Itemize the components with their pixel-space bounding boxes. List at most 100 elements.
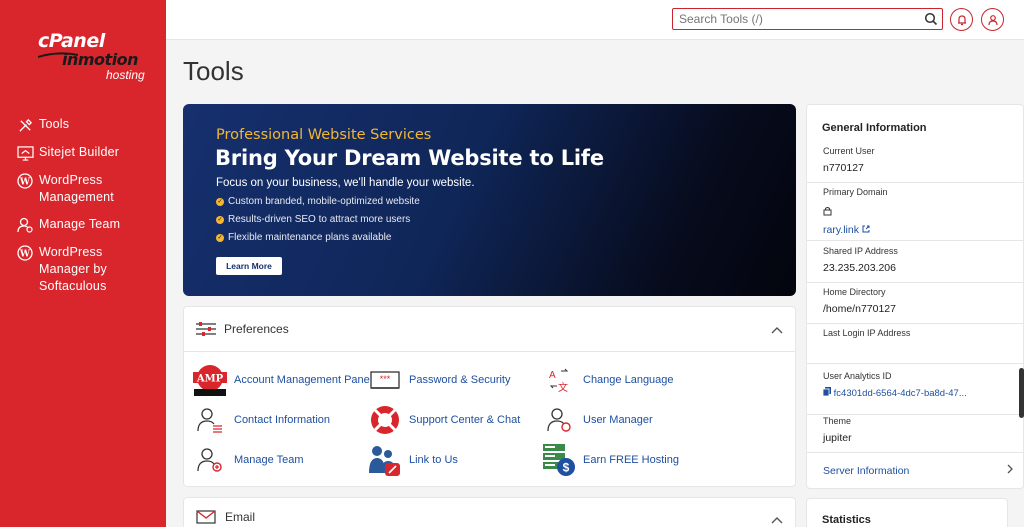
email-panel[interactable]: Email	[183, 497, 796, 527]
search-input[interactable]	[673, 9, 913, 29]
user-menu-button[interactable]	[981, 8, 1004, 31]
search-box[interactable]	[672, 8, 943, 30]
analytics-row: User Analytics ID fc4301dd-6564-4dc7-ba8…	[807, 371, 1024, 415]
scrollbar-handle[interactable]	[1019, 368, 1024, 418]
banner-bullet: ✓ Custom branded, mobile-optimized websit…	[216, 196, 420, 207]
check-icon: ✓	[216, 197, 224, 206]
tool-link-to-us[interactable]: Link to Us	[368, 443, 458, 477]
statistics-title: Statistics	[822, 514, 871, 526]
bullet-text: Flexible maintenance plans available	[228, 232, 392, 243]
banner-description: Focus on your business, we'll handle you…	[216, 177, 475, 189]
email-icon	[196, 510, 216, 524]
promo-banner: Professional Website Services Bring Your…	[183, 104, 796, 296]
tool-label: User Manager	[583, 414, 653, 426]
shared-ip-value: 23.235.203.206	[823, 262, 896, 274]
preferences-icon	[196, 322, 216, 336]
sidebar-item-wordpress-management[interactable]: W WordPress Management	[0, 168, 166, 212]
hosting-logo-text: hosting	[106, 68, 145, 82]
tool-account-management-panel[interactable]: AMP Account Management Panel	[193, 363, 372, 397]
tool-support-center[interactable]: Support Center & Chat	[368, 403, 520, 437]
analytics-value-row[interactable]: fc4301dd-6564-4dc7-ba8d-47...	[822, 387, 1024, 399]
field-label: Primary Domain	[823, 187, 888, 197]
notifications-button[interactable]	[950, 8, 973, 31]
home-directory-value: /home/n770127	[823, 303, 896, 315]
field-label: Shared IP Address	[823, 246, 898, 256]
copy-icon[interactable]	[822, 387, 831, 397]
sidebar-item-label: WordPress Manager by Softaculous	[39, 245, 108, 293]
svg-text:A: A	[549, 370, 556, 381]
chevron-up-icon[interactable]	[771, 326, 783, 334]
tool-earn-free-hosting[interactable]: $ Earn FREE Hosting	[542, 443, 679, 477]
sidebar-item-tools[interactable]: Tools	[0, 112, 166, 140]
tools-icon	[16, 116, 34, 134]
tool-label: Account Management Panel	[234, 374, 373, 386]
theme-row: Theme jupiter	[807, 416, 1024, 453]
manage-team-icon	[193, 443, 227, 477]
learn-more-button[interactable]: Learn More	[216, 257, 282, 275]
bell-icon	[957, 14, 966, 25]
sidebar-item-manage-team[interactable]: Manage Team	[0, 212, 166, 240]
user-icon	[987, 14, 998, 25]
server-information-label[interactable]: Server Information	[823, 465, 909, 477]
tool-label: Change Language	[583, 374, 674, 386]
earn-hosting-icon: $	[542, 443, 576, 477]
user-manager-icon	[542, 403, 576, 437]
lock-icon	[823, 203, 1024, 221]
link-to-us-icon	[368, 443, 402, 477]
chevron-right-icon	[1007, 464, 1013, 474]
field-label: Current User	[823, 146, 875, 156]
server-information-link[interactable]: Server Information	[807, 461, 1024, 487]
banner-heading: Bring Your Dream Website to Life	[215, 146, 604, 170]
primary-domain-value[interactable]: rary.link	[823, 224, 859, 236]
field-label: User Analytics ID	[823, 371, 892, 381]
theme-value: jupiter	[823, 432, 852, 444]
sidebar-item-label: Sitejet Builder	[39, 145, 120, 159]
search-icon[interactable]	[924, 12, 938, 26]
sidebar-item-label: WordPress Management	[39, 173, 114, 204]
password-icon: ***	[368, 363, 402, 397]
check-icon: ✓	[216, 233, 224, 242]
preferences-panel: Preferences AMP Account Management Panel…	[183, 306, 796, 487]
sidebar: cPanel inmotion hosting Tools Sitejet Bu…	[0, 0, 166, 527]
logo[interactable]: cPanel inmotion hosting	[38, 30, 158, 86]
tool-change-language[interactable]: A文 Change Language	[542, 363, 674, 397]
tool-label: Support Center & Chat	[409, 414, 521, 426]
tool-contact-information[interactable]: Contact Information	[193, 403, 330, 437]
contact-icon	[193, 403, 227, 437]
primary-domain-link[interactable]: rary.link	[823, 224, 1024, 236]
chevron-up-icon[interactable]	[771, 516, 783, 524]
cpanel-logo-text: cPanel	[38, 30, 105, 52]
sidebar-item-label: Manage Team	[39, 217, 121, 231]
wordpress-icon: W	[16, 244, 34, 262]
preferences-title: Preferences	[224, 322, 289, 336]
page-title: Tools	[183, 56, 244, 86]
tool-label: Password & Security	[409, 374, 511, 386]
sidebar-item-sitejet[interactable]: Sitejet Builder	[0, 140, 166, 168]
language-icon: A文	[542, 363, 576, 397]
sitejet-icon	[16, 144, 34, 162]
statistics-panel[interactable]: Statistics	[806, 498, 1008, 527]
inmotion-logo-text: inmotion	[62, 50, 139, 69]
banner-bullet: ✓ Results-driven SEO to attract more user…	[216, 214, 420, 225]
general-information-panel: General Information Current User n770127…	[806, 104, 1024, 489]
svg-text:AMP: AMP	[196, 374, 224, 385]
banner-subtitle: Professional Website Services	[216, 127, 432, 143]
tool-manage-team[interactable]: Manage Team	[193, 443, 304, 477]
preferences-header[interactable]: Preferences	[184, 307, 795, 352]
tool-label: Manage Team	[234, 454, 304, 466]
manage-team-icon	[16, 216, 34, 234]
analytics-value: fc4301dd-6564-4dc7-ba8d-47...	[833, 388, 967, 399]
wordpress-icon: W	[16, 172, 34, 190]
tool-label: Earn FREE Hosting	[583, 454, 679, 466]
tool-password-security[interactable]: *** Password & Security	[368, 363, 510, 397]
bullet-text: Custom branded, mobile-optimized website	[228, 196, 420, 207]
sidebar-nav: Tools Sitejet Builder W WordPress Manage…	[0, 112, 166, 301]
sidebar-item-label: Tools	[39, 117, 70, 131]
svg-text:$: $	[563, 461, 570, 475]
tool-label: Contact Information	[234, 414, 330, 426]
top-bar	[166, 0, 1024, 40]
tool-user-manager[interactable]: User Manager	[542, 403, 653, 437]
sidebar-item-wordpress-softaculous[interactable]: W WordPress Manager by Softaculous	[0, 240, 166, 301]
field-label: Last Login IP Address	[823, 328, 911, 338]
primary-domain-row: Primary Domain rary.link	[807, 187, 1024, 241]
